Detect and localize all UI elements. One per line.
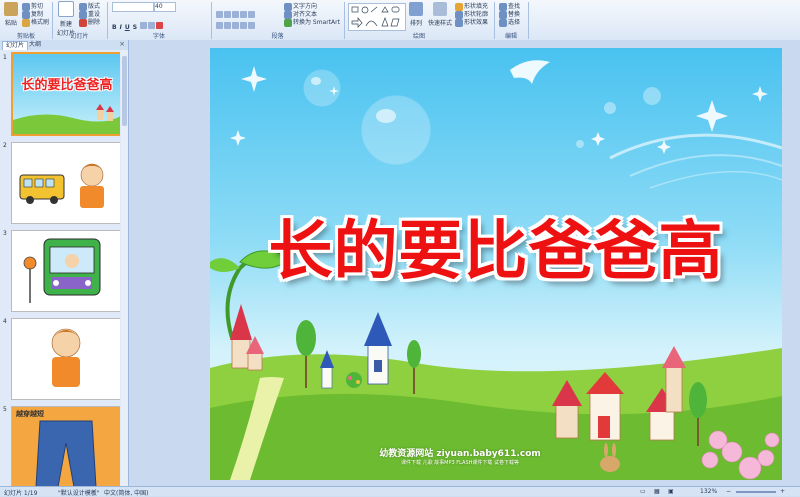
quick-styles-icon (433, 2, 447, 16)
format-painter-button[interactable]: 格式刷 (22, 17, 49, 27)
select-icon (499, 18, 507, 27)
paste-button[interactable]: 粘贴 (3, 2, 19, 27)
select-button[interactable]: 选择 (499, 17, 520, 27)
thumbnail-list: 1 长的要比爸爸高 2 3 4 5 越穿越短 (0, 50, 120, 486)
paste-icon (4, 2, 18, 16)
case-icon[interactable] (148, 22, 156, 29)
align-left-icon[interactable] (216, 22, 223, 29)
group-label-paragraph: 段落 (271, 33, 284, 40)
font-name-select[interactable] (112, 2, 154, 12)
align-center-icon[interactable] (224, 22, 231, 29)
zoom-slider[interactable] (736, 491, 776, 493)
thumbnail-slide-5[interactable]: 越穿越短 (11, 406, 120, 486)
arrange-icon (409, 2, 423, 16)
pants-illustration (35, 420, 97, 486)
thumb-number: 4 (3, 318, 7, 325)
thumbnail-scrollbar[interactable] (121, 50, 128, 486)
brush-icon (22, 18, 30, 27)
effects-icon (455, 18, 463, 27)
ribbon-group-labels: 剪贴板 幻灯片 字体 段落 绘图 编辑 (0, 31, 800, 40)
delete-icon (79, 18, 87, 27)
tab-slides[interactable]: 幻灯片 (2, 41, 29, 50)
spacing-icon[interactable] (140, 22, 148, 29)
green-bus-illustration (23, 238, 101, 303)
slide-canvas[interactable]: 长的要比爸爸高 幼教资源网站 ziyuan.baby611.com 课件下载 儿… (210, 48, 782, 480)
shapes-icon (351, 6, 400, 28)
view-normal-icon[interactable]: ▭ (640, 488, 646, 495)
font-color-icon[interactable] (156, 22, 164, 29)
close-icon[interactable]: × (119, 40, 125, 48)
boy-illustration (51, 328, 81, 387)
italic-button[interactable]: I (120, 24, 122, 31)
group-label-clipboard: 剪贴板 (16, 33, 35, 40)
bus-boy-illustration (19, 163, 104, 208)
shapes-gallery[interactable] (348, 3, 406, 31)
shadow-button[interactable]: S (133, 24, 137, 31)
new-slide-icon (58, 1, 74, 17)
thumb-number: 3 (3, 230, 7, 237)
slide-footer-links: 课件下载 儿歌 故事MP3 FLASH课件下载 试卷下载等 (400, 460, 519, 466)
smartart-button[interactable]: 转换为 SmartArt (284, 17, 340, 27)
panel-tabs: 幻灯片 大纲 × (0, 40, 128, 50)
scrollbar-thumb[interactable] (122, 56, 127, 126)
quick-styles-button[interactable]: 快速样式 (428, 2, 452, 27)
thumb-number: 2 (3, 142, 7, 149)
thumbnail-slide-2[interactable] (11, 142, 120, 224)
shape-effects-button[interactable]: 形状效果 (455, 17, 488, 27)
smartart-icon (284, 18, 292, 27)
zoom-level[interactable]: 132% (700, 488, 717, 495)
thumbnail-slide-3[interactable] (11, 230, 120, 312)
view-sorter-icon[interactable]: ▦ (654, 488, 660, 495)
group-label-drawing: 绘图 (412, 33, 425, 40)
justify-icon[interactable] (240, 22, 247, 29)
group-label-font: 字体 (152, 33, 165, 40)
zoom-out-icon[interactable]: − (726, 488, 731, 495)
underline-button[interactable]: U (125, 24, 130, 31)
status-slide-info: 幻灯片 1/19 (4, 490, 38, 497)
group-label-editing: 编辑 (504, 33, 517, 40)
thumbnail-slide-1[interactable]: 长的要比爸爸高 (11, 52, 120, 136)
delete-button[interactable]: 删除 (79, 17, 100, 27)
font-size-select[interactable]: 40 (154, 2, 176, 12)
ribbon: 粘贴 剪切 复制 格式刷 新建 幻灯片 版式 重设 删除 40 BIUS 文字方… (0, 0, 800, 41)
group-label-slides: 幻灯片 (70, 33, 89, 40)
slide-title[interactable]: 长的要比爸爸高 (210, 200, 782, 292)
arrange-button[interactable]: 排列 (408, 2, 424, 27)
status-language: 中文(简体, 中国) (104, 490, 149, 497)
thumb-scene (13, 104, 120, 134)
spellcheck-icon[interactable]: ✓ (92, 488, 97, 495)
view-slideshow-icon[interactable]: ▣ (668, 488, 674, 495)
slide-footer-site: 幼教资源网站 ziyuan.baby611.com (379, 449, 541, 459)
thumb-number: 1 (3, 54, 7, 61)
zoom-in-icon[interactable]: + (780, 488, 785, 495)
tab-outline[interactable]: 大纲 (26, 41, 44, 49)
columns-icon[interactable] (248, 22, 255, 29)
slides-panel: 幻灯片 大纲 × 1 长的要比爸爸高 2 3 4 5 越穿越短 (0, 40, 129, 486)
thumb-number: 5 (3, 406, 7, 413)
thumbnail-slide-4[interactable] (11, 318, 120, 400)
bold-button[interactable]: B (112, 24, 117, 31)
align-right-icon[interactable] (232, 22, 239, 29)
